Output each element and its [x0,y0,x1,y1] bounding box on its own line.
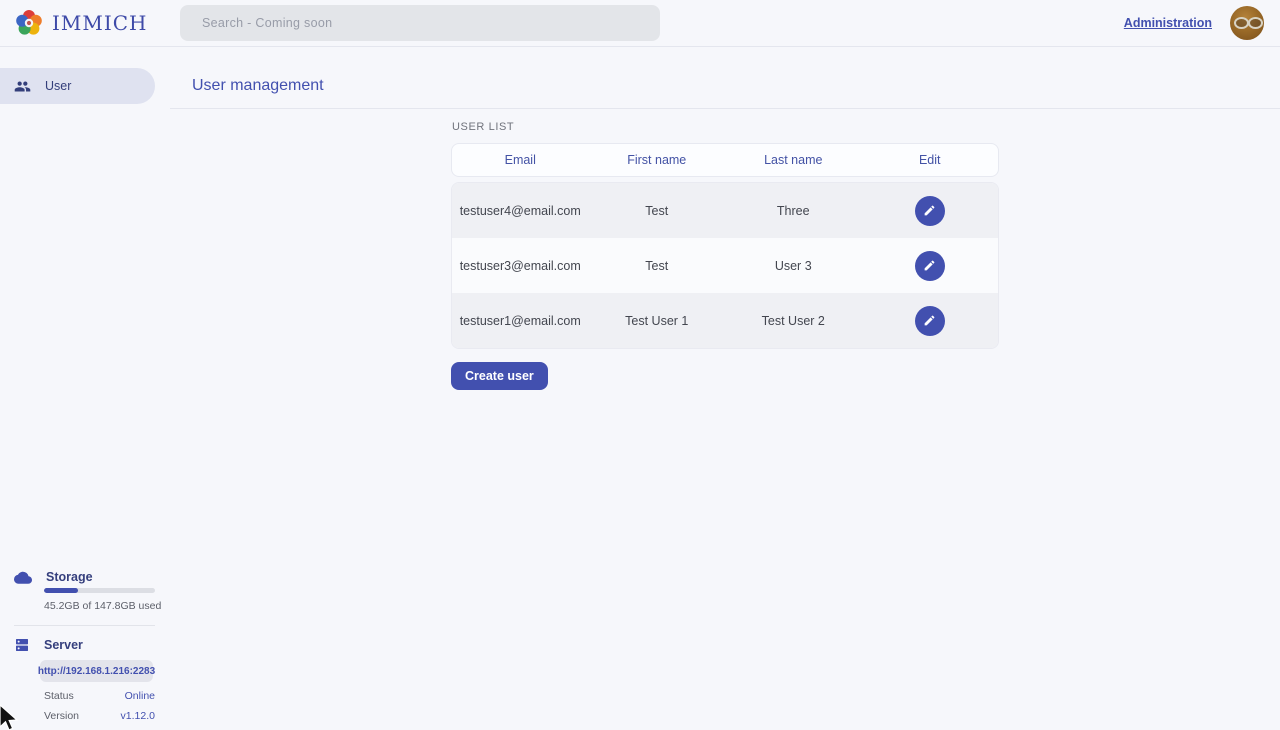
table-row: testuser3@email.com Test User 3 [452,238,998,293]
user-table-body: testuser4@email.com Test Three [451,182,999,349]
sidebar-status-panel: Storage 45.2GB of 147.8GB used Server ht… [0,570,170,722]
table-row: testuser1@email.com Test User 1 Test Use… [452,293,998,348]
server-icon [14,637,30,653]
sidebar-item-label: User [45,79,71,93]
cell-first-name: Test [589,204,726,218]
app-title: IMMICH [52,11,148,35]
administration-link[interactable]: Administration [1124,16,1212,30]
cell-last-name: Three [725,204,862,218]
user-list-section: USER LIST Email First name Last name Edi… [451,121,999,390]
cell-first-name: Test [589,259,726,273]
edit-user-button[interactable] [915,251,945,281]
storage-progress-fill [44,588,78,593]
cell-email: testuser1@email.com [452,314,589,328]
main-content: User management USER LIST Email First na… [170,47,1280,730]
immich-flower-icon [14,8,44,38]
cloud-icon [14,570,32,584]
admin-sidebar: User Storage 45.2GB of 147.8GB used [0,47,170,730]
storage-title: Storage [46,570,93,584]
server-url-badge: http://192.168.1.216:2283 [40,660,153,682]
column-header-edit: Edit [862,153,999,167]
column-header-first-name: First name [589,153,726,167]
users-icon [14,78,31,95]
edit-user-button[interactable] [915,196,945,226]
cell-email: testuser3@email.com [452,259,589,273]
pencil-icon [923,314,936,327]
pencil-icon [923,204,936,217]
column-header-email: Email [452,153,589,167]
server-title: Server [44,638,83,652]
column-header-last-name: Last name [725,153,862,167]
user-avatar[interactable] [1230,6,1264,40]
cell-first-name: Test User 1 [589,314,726,328]
immich-logo[interactable]: IMMICH [0,8,166,38]
cell-last-name: Test User 2 [725,314,862,328]
top-header: IMMICH Administration [0,0,1280,47]
server-status-row: Status Online [44,690,155,702]
title-divider [170,108,1280,109]
status-value: Online [125,690,155,702]
table-header-row: Email First name Last name Edit [451,143,999,177]
search-input[interactable] [180,5,660,41]
sidebar-divider [14,625,155,626]
sidebar-item-user[interactable]: User [0,68,155,104]
edit-user-button[interactable] [915,306,945,336]
pencil-icon [923,259,936,272]
table-row: testuser4@email.com Test Three [452,183,998,238]
search-bar[interactable] [180,5,660,41]
storage-progress-bar [44,588,155,593]
status-label: Status [44,690,74,702]
create-user-button[interactable]: Create user [451,362,548,390]
version-value: v1.12.0 [121,710,155,722]
page-title: User management [192,77,1280,95]
version-label: Version [44,710,79,722]
storage-usage-text: 45.2GB of 147.8GB used [44,600,170,612]
user-list-label: USER LIST [452,121,999,133]
cell-last-name: User 3 [725,259,862,273]
cell-email: testuser4@email.com [452,204,589,218]
server-version-row: Version v1.12.0 [44,710,155,722]
